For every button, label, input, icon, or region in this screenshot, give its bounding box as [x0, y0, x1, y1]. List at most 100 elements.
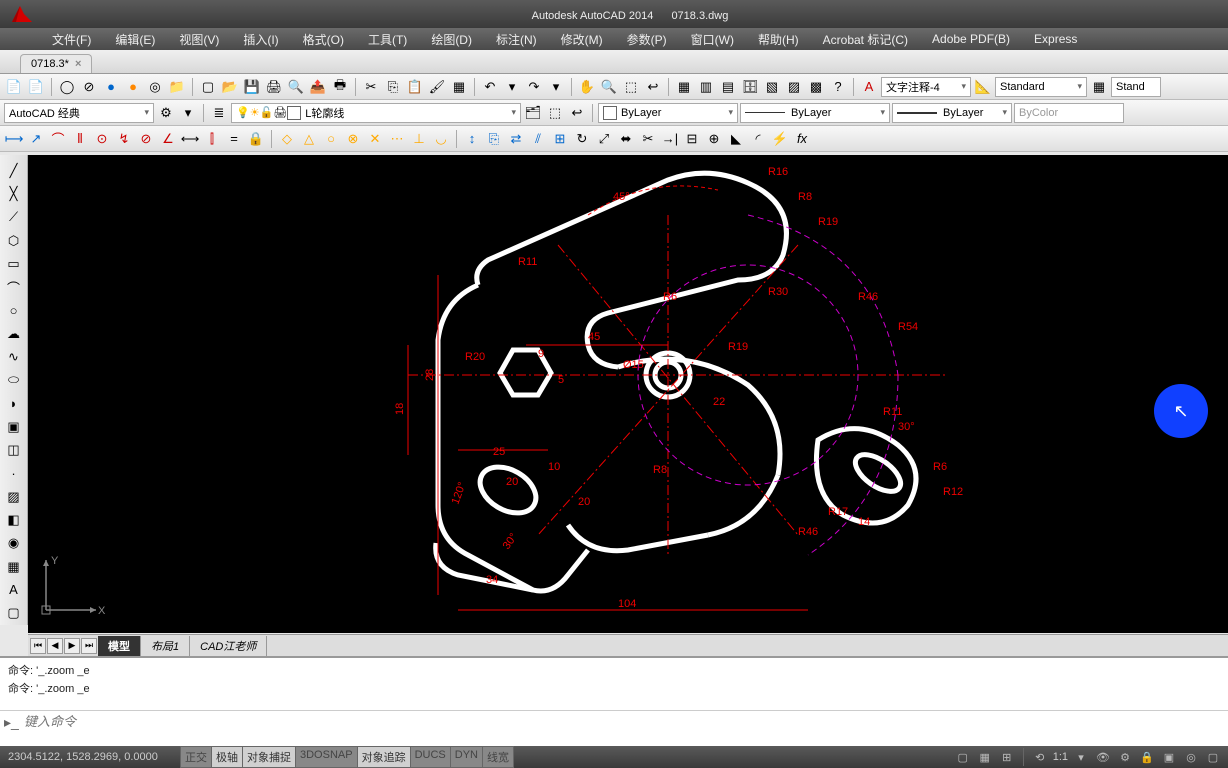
calc-icon[interactable]: 🗄: [740, 77, 760, 97]
menu-adobepdf[interactable]: Adobe PDF(B): [920, 32, 1022, 46]
spline-icon[interactable]: ∿: [2, 346, 26, 367]
osnap-int-icon[interactable]: ✕: [365, 129, 385, 149]
osnap-ext-icon[interactable]: ⋯: [387, 129, 407, 149]
tab-last-icon[interactable]: ⏭: [81, 638, 97, 654]
save-icon[interactable]: 💾: [242, 77, 262, 97]
isolate-icon[interactable]: ◎: [1182, 749, 1200, 765]
gear-icon[interactable]: ⚙: [156, 103, 176, 123]
zoom-prev-icon[interactable]: ↩: [643, 77, 663, 97]
mod-extend-icon[interactable]: →|: [660, 129, 680, 149]
close-icon[interactable]: ×: [75, 58, 81, 70]
ws-switch-icon[interactable]: ⚙: [1116, 749, 1134, 765]
osnap-perp-icon[interactable]: ⊥: [409, 129, 429, 149]
markup-icon[interactable]: ▧: [762, 77, 782, 97]
layout-tab-model[interactable]: 模型: [98, 636, 141, 656]
ellipse-arc-icon[interactable]: ◗: [2, 393, 26, 414]
dim-cont-icon[interactable]: =: [224, 129, 244, 149]
osnap-cen-icon[interactable]: ○: [321, 129, 341, 149]
sheet-icon[interactable]: ▥: [696, 77, 716, 97]
3dprint-icon[interactable]: 🖶: [330, 77, 350, 97]
redo-icon[interactable]: ↷: [524, 77, 544, 97]
status-toggle-osnap[interactable]: 对象捕捉: [242, 746, 296, 768]
mod-copy-icon[interactable]: ⎘: [484, 129, 504, 149]
mod-scale-icon[interactable]: ⤢: [594, 129, 614, 149]
dim-style-combo[interactable]: Standard▾: [995, 77, 1087, 97]
qp-icon[interactable]: ▨: [784, 77, 804, 97]
lineweight-combo[interactable]: ByLayer▾: [892, 103, 1012, 123]
mod-trim-icon[interactable]: ✂: [638, 129, 658, 149]
chevron-down-icon[interactable]: ▾: [1072, 749, 1090, 765]
command-input[interactable]: [24, 715, 1224, 730]
dim-ord-icon[interactable]: ⫴: [70, 129, 90, 149]
make-block-icon[interactable]: ◫: [2, 440, 26, 461]
dim-quick-icon[interactable]: ⟷: [180, 129, 200, 149]
menu-parametric[interactable]: 参数(P): [615, 31, 679, 48]
rectangle-icon[interactable]: ▭: [2, 253, 26, 274]
mod-qdim-icon[interactable]: ⚡: [770, 129, 790, 149]
tab-next-icon[interactable]: ▶: [64, 638, 80, 654]
dim-dia-icon[interactable]: ⊘: [136, 129, 156, 149]
quickview-icon[interactable]: ⊞: [998, 749, 1016, 765]
status-toggle-otrack[interactable]: 对象追踪: [357, 746, 411, 768]
textstyle-icon[interactable]: A: [859, 77, 879, 97]
osnap-node-icon[interactable]: ⊗: [343, 129, 363, 149]
insert-block-icon[interactable]: ▣: [2, 416, 26, 437]
mod-array-icon[interactable]: ⊞: [550, 129, 570, 149]
menu-edit[interactable]: 编辑(E): [103, 31, 167, 48]
match-icon[interactable]: 🖌: [427, 77, 447, 97]
chevron-down-icon[interactable]: ▾: [178, 103, 198, 123]
xline-icon[interactable]: ╳: [2, 183, 26, 204]
cut-icon[interactable]: ✂: [361, 77, 381, 97]
circle-slash-icon[interactable]: ⊘: [79, 77, 99, 97]
point-icon[interactable]: ·: [2, 463, 26, 484]
status-toggle-3dosnap[interactable]: 3DOSNAP: [295, 746, 358, 768]
region-icon[interactable]: ◉: [2, 533, 26, 554]
dim-jog-icon[interactable]: ↯: [114, 129, 134, 149]
grid-icon[interactable]: ▦: [976, 749, 994, 765]
hatch-icon[interactable]: ▨: [2, 486, 26, 507]
addselected-icon[interactable]: ▢: [2, 603, 26, 624]
mod-join-icon[interactable]: ⊕: [704, 129, 724, 149]
zoom-icon[interactable]: 🔍: [599, 77, 619, 97]
mod-rotate-icon[interactable]: ↻: [572, 129, 592, 149]
mtext-icon[interactable]: A: [2, 579, 26, 600]
layout-tab-1[interactable]: 布局1: [141, 636, 190, 656]
plotstyle-combo[interactable]: ByColor: [1014, 103, 1124, 123]
linetype-combo[interactable]: ByLayer▾: [740, 103, 890, 123]
menu-window[interactable]: 窗口(W): [679, 31, 746, 48]
dim-arc-icon[interactable]: ⌒: [48, 129, 68, 149]
color-combo[interactable]: ByLayer▾: [598, 103, 738, 123]
workspace-combo[interactable]: AutoCAD 经典▾: [4, 103, 154, 123]
pline-icon[interactable]: ⟋: [2, 207, 26, 228]
arc-icon[interactable]: ⌒: [2, 276, 26, 297]
dim-aligned-icon[interactable]: ↗: [26, 129, 46, 149]
mod-fx-icon[interactable]: fx: [792, 129, 812, 149]
menu-view[interactable]: 视图(V): [167, 31, 231, 48]
pan-icon[interactable]: ✋: [577, 77, 597, 97]
menu-modify[interactable]: 修改(M): [549, 31, 615, 48]
mod-fillet-icon[interactable]: ◜: [748, 129, 768, 149]
circle-red-icon[interactable]: ◯: [57, 77, 77, 97]
menu-draw[interactable]: 绘图(D): [419, 31, 484, 48]
table-style-combo[interactable]: Stand: [1111, 77, 1161, 97]
status-toggle-dyn[interactable]: DYN: [450, 746, 483, 768]
open-icon[interactable]: 📂: [220, 77, 240, 97]
osnap-end-icon[interactable]: ◇: [277, 129, 297, 149]
line-icon[interactable]: ╱: [2, 160, 26, 181]
status-toggle-polar[interactable]: 极轴: [211, 746, 243, 768]
block-icon[interactable]: ▦: [449, 77, 469, 97]
model-icon[interactable]: ▢: [954, 749, 972, 765]
circle-icon[interactable]: ○: [2, 300, 26, 321]
layer-states-icon[interactable]: 🗂: [523, 103, 543, 123]
annotation-scale[interactable]: 1:1: [1053, 751, 1068, 763]
publish-icon[interactable]: 📤: [308, 77, 328, 97]
pdf2-icon[interactable]: 📄: [26, 77, 46, 97]
drawing-canvas[interactable]: R16 R8 R19 R46 R54 R30 R19 R11 R6 45° 45…: [28, 155, 1228, 633]
autocad-logo-icon[interactable]: [8, 2, 36, 26]
menu-insert[interactable]: 插入(I): [231, 31, 290, 48]
menu-tools[interactable]: 工具(T): [356, 31, 419, 48]
dim-ang-icon[interactable]: ∠: [158, 129, 178, 149]
status-toggle-ducs[interactable]: DUCS: [410, 746, 451, 768]
circle-out-icon[interactable]: ◎: [145, 77, 165, 97]
gradient-icon[interactable]: ◧: [2, 509, 26, 530]
